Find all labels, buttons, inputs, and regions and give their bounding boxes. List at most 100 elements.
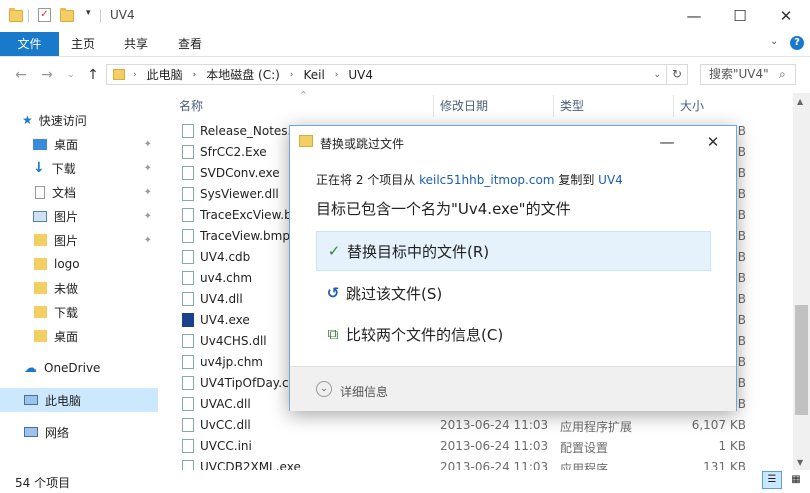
nav-onedrive[interactable]: ☁ OneDrive [0,356,158,380]
nav-item-desktop[interactable]: 桌面 ✦ [0,132,158,156]
source-link[interactable]: keilc51hhb_itmop.com [419,173,554,187]
expand-details-icon[interactable]: ⌄ [316,381,332,397]
refresh-icon[interactable]: ↻ [666,65,687,84]
file-icon [182,397,194,411]
help-file-icon [182,355,194,369]
nav-label: 下载 [51,161,76,176]
up-arrow-icon[interactable]: ↑ [84,66,102,84]
breadcrumb-local-disk[interactable]: 本地磁盘 (C:) [206,66,280,83]
scroll-down-icon[interactable]: ▼ [797,458,803,467]
column-name[interactable]: 名称 [179,95,203,117]
file-size: B [737,397,746,411]
back-arrow-icon[interactable]: ← [12,66,30,84]
column-divider[interactable] [673,95,674,117]
more-details-toggle[interactable]: 详细信息 [340,383,388,400]
recent-dropdown-icon[interactable]: ⌄ [62,66,80,84]
close-button[interactable]: ✕ [763,0,809,32]
file-icon [182,439,194,453]
nav-label: 桌面 [54,137,79,152]
address-bar[interactable]: › 此电脑 › 本地磁盘 (C:) › Keil › UV4 ⌄ ↻ [106,64,688,85]
nav-item-pictures-folder[interactable]: 图片 ✦ [0,228,158,252]
item-count: 54 个项目 [15,476,71,490]
new-folder-icon[interactable] [60,7,74,25]
breadcrumb-uv4[interactable]: UV4 [348,68,373,82]
nav-label: 下载 [54,305,79,320]
table-row[interactable]: UvCC.dll 2013-06-24 11:03 应用程序扩展 6,107 KB [178,415,758,436]
separator [100,9,101,23]
column-type[interactable]: 类型 [560,95,584,117]
details-view-icon[interactable]: ☰ [762,471,782,489]
large-icons-view-icon[interactable]: ▦ [786,471,806,489]
nav-this-pc[interactable]: 此电脑 [0,388,158,412]
table-row[interactable]: UVCDB2XML.exe 2013-06-24 11:03 应用程序 131 KB [178,457,758,470]
pin-icon[interactable]: ✦ [144,235,152,246]
file-type: 应用程序 [560,462,609,470]
column-divider[interactable] [433,95,434,117]
skip-option[interactable]: ↺ 跳过该文件(S) [316,273,711,313]
file-name: TraceExcView.b [200,208,292,222]
dialog-close-button[interactable]: ✕ [690,129,736,155]
download-arrow-icon: ↓ [33,160,45,176]
nav-network[interactable]: 网络 [0,420,158,444]
dialog-minimize-button[interactable]: — [644,129,690,155]
nav-label: 此电脑 [45,393,82,408]
nav-item-downloads-folder[interactable]: 下载 [0,300,158,324]
properties-icon[interactable]: ✓ [38,8,51,22]
file-icon [182,208,194,222]
column-size[interactable]: 大小 [680,95,704,117]
file-icon [182,460,194,470]
pin-icon[interactable]: ✦ [144,211,152,222]
nav-item-unfinished[interactable]: 未做 [0,276,158,300]
tab-view[interactable]: 查看 [170,32,210,56]
customize-dropdown-icon[interactable]: ▾ [86,8,91,18]
scrollbar-thumb[interactable] [795,305,808,415]
tab-file[interactable]: 文件 [0,32,59,56]
nav-item-downloads[interactable]: ↓ 下载 ✦ [0,156,158,180]
help-icon[interactable]: ? [790,36,804,50]
minimize-button[interactable]: — [671,0,717,32]
file-size: B [737,229,746,243]
file-size: B [737,145,746,159]
cloud-icon: ☁ [24,360,37,376]
breadcrumb-this-pc[interactable]: 此电脑 [147,66,183,83]
nav-item-pictures[interactable]: 图片 ✦ [0,204,158,228]
folder-icon [9,7,23,25]
nav-item-logo[interactable]: logo [0,252,158,276]
file-size: B [737,334,746,348]
maximize-button[interactable]: ☐ [717,0,763,32]
nav-item-documents[interactable]: 文档 ✦ [0,180,158,204]
column-divider[interactable] [553,95,554,117]
nav-label: OneDrive [44,361,101,375]
folder-icon [34,234,47,246]
table-row[interactable]: UVCC.ini 2013-06-24 11:03 配置设置 1 KB [178,436,758,457]
option-label: 替换目标中的文件(R) [347,242,490,261]
file-size: B [737,271,746,285]
file-name: UVAC.dll [200,397,251,411]
address-dropdown-icon[interactable]: ⌄ [653,70,661,80]
copy-prefix: 正在将 2 个项目从 [316,173,416,187]
pin-icon[interactable]: ✦ [144,139,152,150]
tab-share[interactable]: 共享 [116,32,156,56]
nav-item-desktop-folder[interactable]: 桌面 [0,324,158,348]
scroll-up-icon[interactable]: ▲ [797,97,803,106]
option-label: 比较两个文件的信息(C) [346,325,504,344]
expand-ribbon-icon[interactable]: ⌄ [770,36,778,47]
file-name: UVCDB2XML.exe [200,460,301,470]
nav-label: 未做 [54,281,79,296]
computer-icon [24,395,38,405]
file-date: 2013-06-24 11:03 [440,460,549,470]
replace-option[interactable]: ✓ 替换目标中的文件(R) [316,231,711,271]
column-date[interactable]: 修改日期 [440,95,488,117]
option-label: 跳过该文件(S) [346,284,443,303]
nav-quick-access[interactable]: ★ 快速访问 [0,108,158,132]
star-icon: ★ [22,113,33,127]
pin-icon[interactable]: ✦ [144,187,152,198]
compare-option[interactable]: ⧉ 比较两个文件的信息(C) [316,314,711,354]
destination-link[interactable]: UV4 [598,173,623,187]
folder-icon [34,306,47,318]
breadcrumb-keil[interactable]: Keil [303,68,324,82]
file-size: 1 KB [718,439,746,453]
tab-home[interactable]: 主页 [63,32,103,56]
forward-arrow-icon[interactable]: → [38,66,56,84]
pin-icon[interactable]: ✦ [144,163,152,174]
